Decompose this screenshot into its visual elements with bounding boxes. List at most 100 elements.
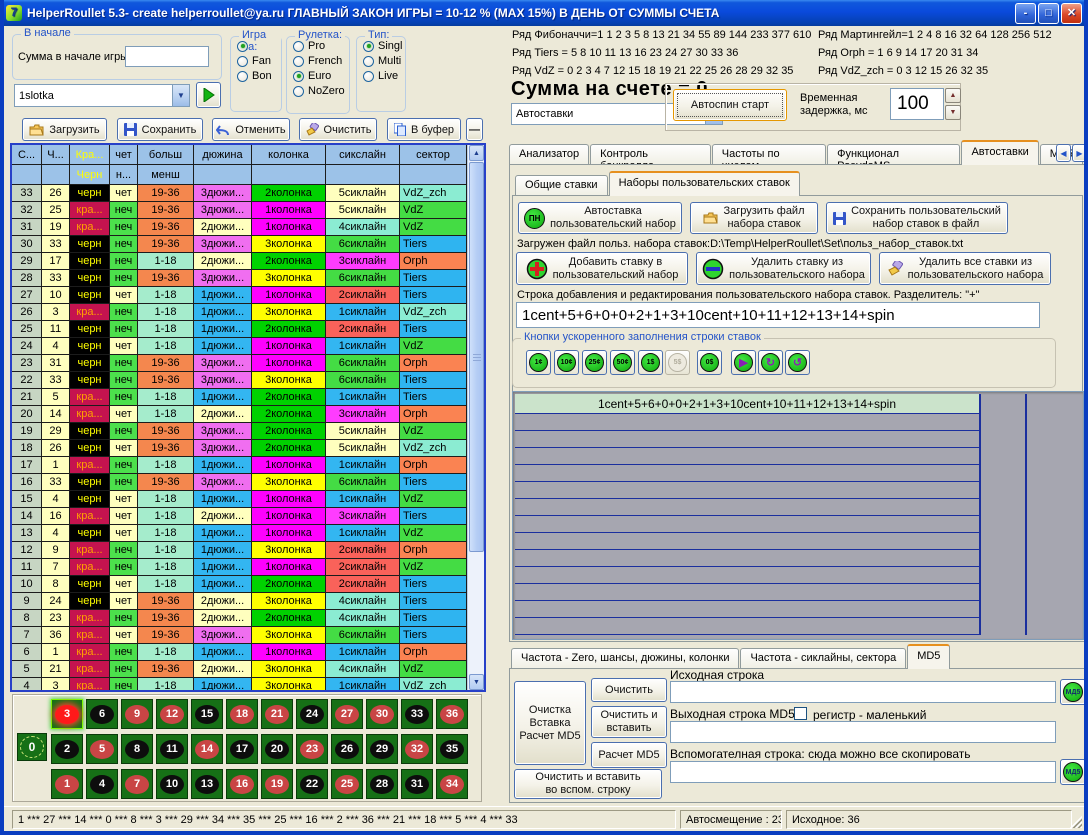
roulette-cell-25[interactable]: 25 bbox=[331, 769, 363, 799]
roulette-cell-23[interactable]: 23 bbox=[296, 734, 328, 764]
slot-combo[interactable]: 1slotka ▼ bbox=[14, 84, 190, 107]
tab-0-анализатор[interactable]: Анализатор bbox=[509, 144, 589, 165]
chip-button-1c[interactable]: 1¢ bbox=[526, 350, 551, 375]
column-header[interactable]: колонка bbox=[252, 145, 326, 165]
save-bet-file-button[interactable]: Сохранить пользовательский набор ставок … bbox=[826, 202, 1008, 234]
scroll-down-icon[interactable]: ▼ bbox=[469, 674, 484, 690]
radio-singl[interactable]: Singl bbox=[363, 40, 405, 52]
md5-clear-paste-button[interactable]: Очистить и вставить bbox=[591, 706, 667, 738]
table-row[interactable]: 521кра...неч19-362дюжи...3колонка4сиклай… bbox=[12, 661, 467, 678]
delay-value[interactable]: 100 bbox=[890, 88, 944, 120]
column-header[interactable]: н... bbox=[110, 165, 138, 185]
close-button[interactable]: ✕ bbox=[1061, 3, 1082, 24]
table-row[interactable]: 263кра...неч1-181дюжи...3колонка1сиклайн… bbox=[12, 304, 467, 321]
bet-list-empty-row[interactable] bbox=[515, 448, 979, 465]
bet-list-empty-row[interactable] bbox=[515, 618, 979, 635]
table-row[interactable]: 1826чернчет19-363дюжи...2колонка5сиклайн… bbox=[12, 440, 467, 457]
chip-button-25c[interactable]: 25¢ bbox=[582, 350, 607, 375]
bet-list-empty-row[interactable] bbox=[515, 533, 979, 550]
tab-3-функционал-psevdoms[interactable]: Функционал PsevdoMS bbox=[827, 144, 960, 165]
roulette-cell-18[interactable]: 18 bbox=[226, 699, 258, 729]
scroll-up-icon[interactable]: ▲ bbox=[469, 145, 484, 161]
roulette-cell-20[interactable]: 20 bbox=[261, 734, 293, 764]
collapse-button[interactable]: — bbox=[466, 118, 483, 141]
table-row[interactable]: 244чернчет1-181дюжи...1колонка1сиклайнVd… bbox=[12, 338, 467, 355]
chip-button-50c[interactable]: 50¢ bbox=[610, 350, 635, 375]
bet-list-empty-row[interactable] bbox=[515, 431, 979, 448]
md5-calc-source-button[interactable]: МД5 bbox=[1060, 679, 1086, 705]
spin-down-icon[interactable]: ▼ bbox=[945, 105, 961, 120]
autobet-user-set-button[interactable]: ПН Автоставка пользовательский набор bbox=[518, 202, 682, 234]
column-header[interactable]: менш bbox=[138, 165, 194, 185]
chip-button-10c[interactable]: 10¢ bbox=[554, 350, 579, 375]
roulette-cell-22[interactable]: 22 bbox=[296, 769, 328, 799]
roulette-cell-19[interactable]: 19 bbox=[261, 769, 293, 799]
chip-button-1d[interactable]: 1$ bbox=[638, 350, 663, 375]
roulette-cell-21[interactable]: 21 bbox=[261, 699, 293, 729]
tab-0-общие-ставки[interactable]: Общие ставки bbox=[515, 175, 608, 196]
roulette-cell-12[interactable]: 12 bbox=[156, 699, 188, 729]
column-header[interactable]: Кра... bbox=[70, 145, 110, 165]
roulette-cell-13[interactable]: 13 bbox=[191, 769, 223, 799]
tab-2-md5[interactable]: MD5 bbox=[907, 644, 950, 669]
column-header[interactable] bbox=[194, 165, 252, 185]
radio-euro[interactable]: Euro bbox=[293, 70, 349, 82]
column-header[interactable]: дюжина bbox=[194, 145, 252, 165]
column-header[interactable]: С... bbox=[12, 145, 42, 165]
column-header[interactable]: чет bbox=[110, 145, 138, 165]
resize-grip[interactable] bbox=[1070, 816, 1082, 828]
tab-1-частота-сиклайны-сектора[interactable]: Частота - сиклайны, сектора bbox=[740, 648, 906, 669]
table-row[interactable]: 2233черннеч19-363дюжи...3колонка6сиклайн… bbox=[12, 372, 467, 389]
copy-to-buffer-button[interactable]: В буфер bbox=[387, 118, 461, 141]
table-row[interactable]: 134чернчет1-181дюжи...1колонка1сиклайнVd… bbox=[12, 525, 467, 542]
case-checkbox[interactable] bbox=[794, 707, 807, 720]
table-row[interactable]: 3225кра...неч19-363дюжи...1колонка5сикла… bbox=[12, 202, 467, 219]
tab-scroll-right-icon[interactable]: ▶ bbox=[1072, 144, 1087, 162]
roulette-cell-31[interactable]: 31 bbox=[401, 769, 433, 799]
column-header[interactable]: сектор bbox=[400, 145, 467, 165]
table-row[interactable]: 154чернчет1-181дюжи...1колонка1сиклайнVd… bbox=[12, 491, 467, 508]
roulette-cell-16[interactable]: 16 bbox=[226, 769, 258, 799]
autospin-start-button[interactable]: Автоспин старт bbox=[673, 89, 787, 121]
md5-clear-paste-aux-button[interactable]: Очистить и вставить во вспом. строку bbox=[514, 769, 662, 799]
spin-up-icon[interactable]: ▲ bbox=[945, 88, 961, 103]
roulette-cell-8[interactable]: 8 bbox=[121, 734, 153, 764]
remove-bet-button[interactable]: Удалить ставку из пользовательского набо… bbox=[696, 252, 871, 285]
table-row[interactable]: 2917черннеч1-182дюжи...2колонка3сиклайнO… bbox=[12, 253, 467, 270]
save-button[interactable]: Сохранить bbox=[117, 118, 203, 141]
bet-string-input[interactable] bbox=[516, 302, 1040, 328]
roulette-cell-29[interactable]: 29 bbox=[366, 734, 398, 764]
roulette-cell-36[interactable]: 36 bbox=[436, 699, 468, 729]
table-row[interactable]: 924чернчет19-362дюжи...3колонка4сиклайнT… bbox=[12, 593, 467, 610]
roulette-cell-1[interactable]: 1 bbox=[51, 769, 83, 799]
md5-calc-button[interactable]: Расчет MD5 bbox=[591, 742, 667, 768]
column-header[interactable]: сикслайн bbox=[326, 145, 400, 165]
roulette-cell-9[interactable]: 9 bbox=[121, 699, 153, 729]
md5-aux-input[interactable] bbox=[670, 761, 1056, 783]
table-row[interactable]: 2710чернчет1-181дюжи...1колонка2сиклайнT… bbox=[12, 287, 467, 304]
table-row[interactable]: 43кра...неч1-181дюжи...3колонка1сиклайнV… bbox=[12, 678, 467, 690]
roulette-cell-30[interactable]: 30 bbox=[366, 699, 398, 729]
roulette-cell-33[interactable]: 33 bbox=[401, 699, 433, 729]
tab-0-частота-zero-шансы-дюжины-колонки[interactable]: Частота - Zero, шансы, дюжины, колонки bbox=[511, 648, 739, 669]
column-header[interactable] bbox=[42, 165, 70, 185]
roulette-cell-32[interactable]: 32 bbox=[401, 734, 433, 764]
column-header[interactable] bbox=[400, 165, 467, 185]
radio-live[interactable]: Live bbox=[363, 70, 405, 82]
undo-chip-button[interactable]: ↺ bbox=[785, 350, 810, 375]
start-play-button[interactable] bbox=[196, 82, 221, 108]
md5-out-input[interactable] bbox=[670, 721, 1056, 743]
roulette-cell-0[interactable]: 0 bbox=[17, 733, 47, 761]
clear-button[interactable]: Очистить bbox=[299, 118, 377, 141]
table-row[interactable]: 823кра...неч19-362дюжи...2колонка4сиклай… bbox=[12, 610, 467, 627]
tab-4-автоставки[interactable]: Автоставки bbox=[961, 140, 1038, 165]
roulette-cell-6[interactable]: 6 bbox=[86, 699, 118, 729]
bet-list-empty-row[interactable] bbox=[515, 499, 979, 516]
scrollbar-thumb[interactable] bbox=[469, 162, 484, 552]
maximize-button[interactable]: □ bbox=[1038, 3, 1059, 24]
column-header[interactable] bbox=[252, 165, 326, 185]
add-bet-button[interactable]: Добавить ставку в пользовательский набор bbox=[516, 252, 688, 285]
table-row[interactable]: 61кра...неч1-181дюжи...1колонка1сиклайнO… bbox=[12, 644, 467, 661]
undo-button[interactable]: Отменить bbox=[212, 118, 290, 141]
bet-list-empty-row[interactable] bbox=[515, 465, 979, 482]
